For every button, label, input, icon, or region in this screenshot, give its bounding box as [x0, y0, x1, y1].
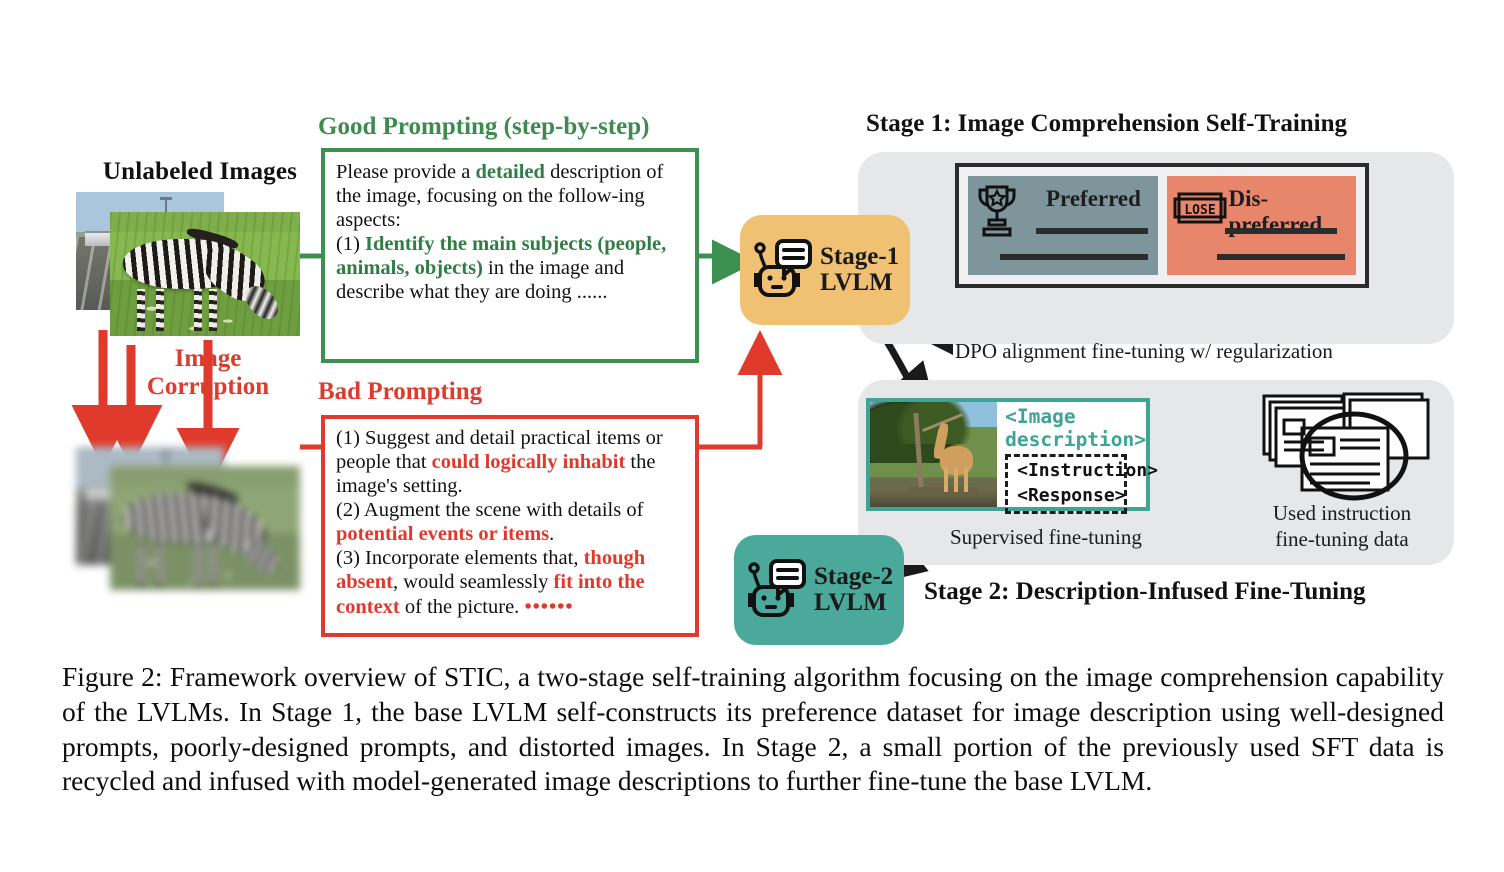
- dispreferred-bar-2: [1216, 254, 1345, 260]
- bad-prompt-t4: .: [549, 523, 555, 546]
- image-corruption-line1: Image: [174, 345, 242, 372]
- bad-prompt-item2: (2) Augment the scene with details of po…: [336, 498, 685, 546]
- bad-prompt-t6: , would seamlessly: [392, 571, 554, 594]
- stage1-lvlm-line1: Stage-1: [820, 242, 900, 270]
- unlabeled-images-heading: Unlabeled Images: [102, 158, 298, 185]
- stage1-lvlm-line2: LVLM: [820, 269, 893, 296]
- bad-prompt-item1: (1) Suggest and detail practical items o…: [336, 426, 685, 498]
- preference-dataset-frame: Preferred LOSE Dis-preferred: [955, 163, 1369, 288]
- bad-prompt-t3: (2) Augment the scene with details of: [336, 499, 644, 522]
- bad-prompting-heading: Bad Prompting: [318, 378, 483, 405]
- robot-icon: [754, 239, 812, 297]
- good-prompt-box: Please provide a detailed description of…: [321, 148, 699, 363]
- unlabeled-image-front-zebra: [110, 212, 300, 336]
- dispreferred-card: LOSE Dis-preferred: [1166, 176, 1356, 275]
- instruction-data-line1: Used instruction: [1272, 501, 1412, 525]
- image-corruption-label: Image Corruption: [128, 345, 288, 401]
- bad-prompt-bold-inhabit: could logically inhabit: [431, 451, 626, 474]
- lose-badge-icon: LOSE: [1173, 192, 1226, 224]
- bad-prompt-box: (1) Suggest and detail practical items o…: [321, 415, 699, 637]
- good-prompting-heading: Good Prompting (step-by-step): [318, 113, 650, 140]
- bad-prompt-bold-events: potential events or items: [336, 523, 550, 546]
- good-prompt-text: Please provide a detailed description of…: [336, 160, 685, 232]
- svg-text:LOSE: LOSE: [1184, 203, 1215, 218]
- bad-prompt-t5: (3) Incorporate elements that,: [336, 547, 584, 570]
- stage2-lvlm-label: Stage-2 LVLM: [814, 562, 894, 617]
- good-prompt-bold-detailed: detailed: [475, 161, 545, 183]
- good-prompt-t1: Please provide a: [336, 161, 476, 183]
- instruction-response-dashed-box: <Instruction> <Response>: [1005, 454, 1159, 514]
- stage2-lvlm-line1: Stage-2: [814, 562, 894, 590]
- instruction-tag: <Instruction>: [1017, 460, 1159, 481]
- response-tag: <Response>: [1017, 484, 1126, 506]
- stage2-lvlm-line2: LVLM: [814, 589, 887, 616]
- robot-icon: [748, 559, 806, 617]
- trophy-icon: [978, 185, 1016, 237]
- dispreferred-bar-1: [1224, 228, 1337, 234]
- instruction-data-caption: Used instruction fine-tuning data: [1252, 500, 1432, 553]
- good-prompt-item1: (1) Identify the main subjects (people, …: [336, 232, 685, 304]
- stage2-lvlm-chip: Stage-2 LVLM: [734, 535, 904, 645]
- figure-framework-overview: Unlabeled Images Image Corruption Good P…: [0, 0, 1504, 872]
- instruction-data-line2: fine-tuning data: [1275, 527, 1409, 552]
- bad-prompt-t7: of the picture.: [399, 595, 525, 618]
- sft-caption: Supervised fine-tuning: [950, 525, 1142, 549]
- preferred-bar-2: [1000, 254, 1148, 260]
- stage1-lvlm-chip: Stage-1 LVLM: [740, 215, 910, 325]
- preferred-label: Preferred: [1046, 186, 1141, 211]
- dpo-caption: DPO alignment fine-tuning w/ regularizat…: [955, 339, 1333, 363]
- preferred-card: Preferred: [968, 176, 1158, 275]
- image-description-tag: <Image description>: [1005, 405, 1147, 451]
- bad-prompt-item3: (3) Incorporate elements that, though ab…: [336, 546, 685, 618]
- good-prompt-t3: (1): [336, 233, 366, 256]
- stage2-giraffe-image: [870, 402, 998, 507]
- description-infused-sample-box: <Image description> <Instruction> <Respo…: [866, 398, 1159, 514]
- stage1-heading: Stage 1: Image Comprehension Self-Traini…: [866, 110, 1348, 137]
- figure-caption: Figure 2: Framework overview of STIC, a …: [62, 661, 1444, 797]
- bad-prompt-ellipsis: ••••••: [524, 595, 574, 618]
- stage2-heading: Stage 2: Description-Infused Fine-Tuning: [924, 578, 1366, 605]
- image-corruption-line2: Corruption: [146, 373, 270, 400]
- stage1-lvlm-label: Stage-1 LVLM: [820, 242, 900, 297]
- instruction-data-stack-icon: [1262, 392, 1430, 501]
- corrupted-image-front-zebra: [110, 466, 300, 590]
- preferred-bar-1: [1036, 228, 1148, 234]
